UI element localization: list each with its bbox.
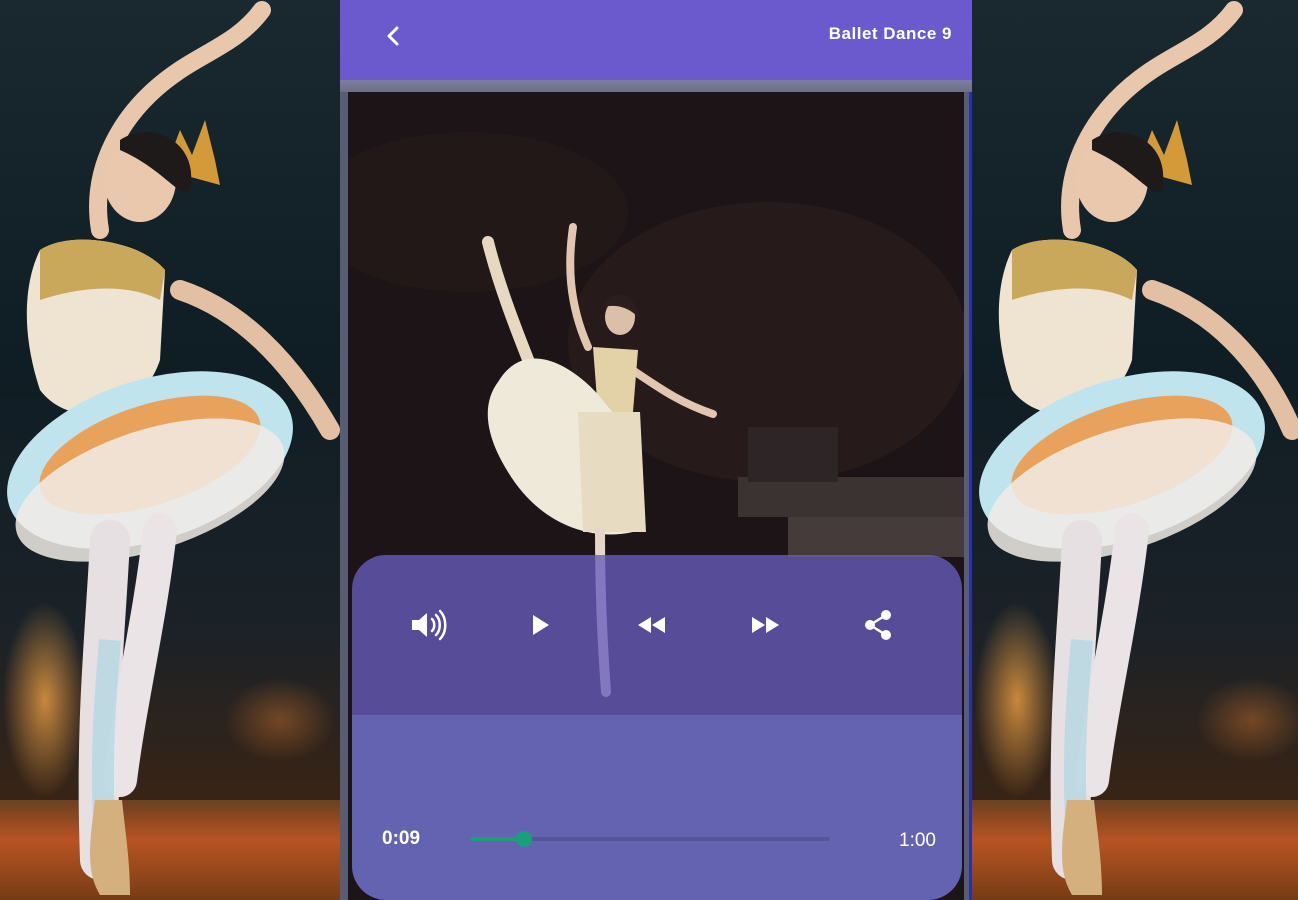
video-player-screen: Ballet Dance 9 0:09 1:00 [340,0,972,900]
back-button[interactable] [380,22,412,50]
rewind-button[interactable] [630,605,674,645]
app-bar-divider [340,80,972,92]
seek-bar[interactable] [470,831,830,847]
current-time: 0:09 [382,828,421,849]
rewind-icon [638,617,665,633]
left-ballerina-image [0,0,340,900]
play-icon [533,615,549,635]
app-bar: Ballet Dance 9 [340,0,972,80]
page-title: Ballet Dance 9 [828,24,952,43]
controls-base [352,715,962,900]
share-button[interactable] [856,605,900,645]
volume-button[interactable] [406,605,450,645]
player-controls-panel: 0:09 1:00 [352,555,962,900]
fast-forward-icon [752,617,779,633]
right-ballerina-image [972,0,1298,900]
duration: 1:00 [899,830,936,851]
app-screen: Ballet Dance 9 0:09 1:00 [0,0,1298,900]
chevron-left-icon [387,26,399,46]
seek-bar-thumb[interactable] [516,831,532,847]
fast-forward-button[interactable] [743,605,787,645]
volume-icon [412,609,447,641]
play-button[interactable] [518,605,562,645]
share-icon [865,610,891,640]
